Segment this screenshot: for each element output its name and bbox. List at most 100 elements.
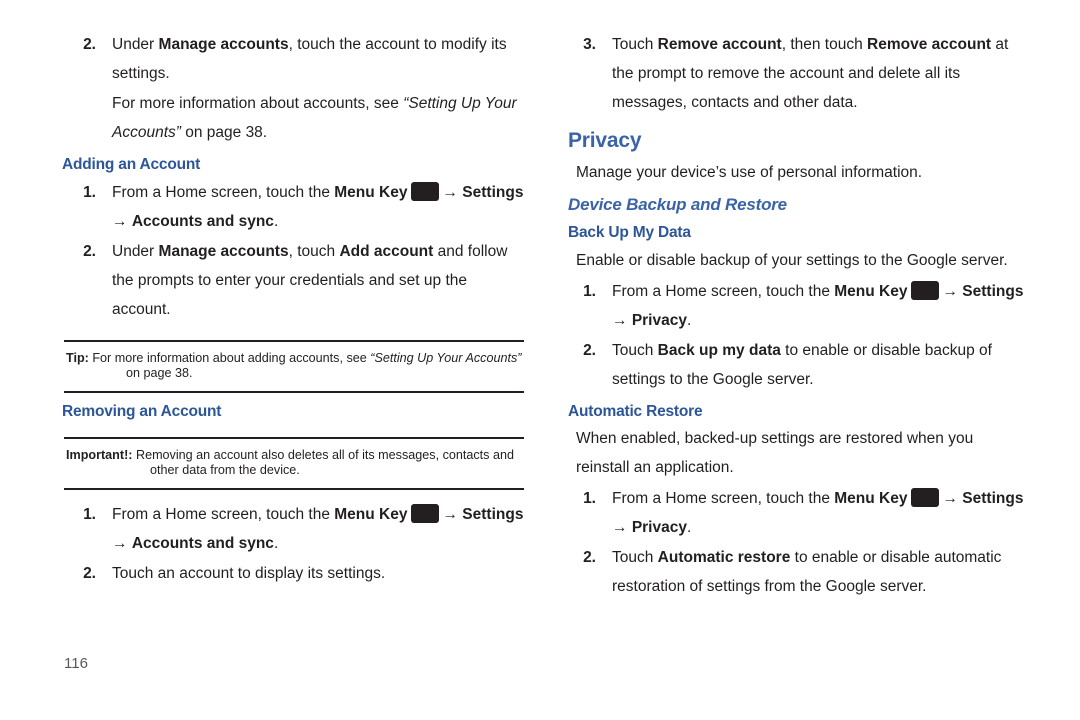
menu-key-icon xyxy=(911,280,940,300)
list-item-text: From a Home screen, touch the Menu Key → … xyxy=(112,178,524,236)
text-fragment: From a Home screen, touch the xyxy=(112,183,335,201)
list-item-text: From a Home screen, touch the Menu Key → … xyxy=(612,277,1024,335)
list-item-number: 2. xyxy=(83,242,96,260)
bold-term: Menu Key xyxy=(834,282,908,300)
text-fragment: . xyxy=(273,534,279,552)
bold-term: Menu Key xyxy=(334,505,408,523)
list-item-number: 3. xyxy=(583,36,596,53)
page-number: 116 xyxy=(64,655,88,672)
text-fragment: Touch xyxy=(612,341,658,359)
list-item: 1. From a Home screen, touch the Menu Ke… xyxy=(62,500,524,558)
arrow-icon: → xyxy=(942,490,958,508)
menu-key-icon xyxy=(411,503,440,523)
text-fragment: Under xyxy=(112,36,159,53)
manual-page: 2. Under Manage accounts, touch the acco… xyxy=(0,0,1080,720)
text-fragment: Removing an account also deletes all of … xyxy=(132,447,514,478)
list-item-number: 1. xyxy=(583,490,596,508)
arrow-icon: → xyxy=(112,534,128,552)
bold-term: Privacy xyxy=(631,311,687,329)
bold-term: Manage accounts xyxy=(158,242,289,260)
arrow-icon: → xyxy=(612,519,628,537)
list-item-text: Touch an account to display its settings… xyxy=(112,564,386,582)
important-callout-box: Important!: Removing an account also del… xyxy=(64,436,524,490)
bold-term: Remove account xyxy=(657,36,782,53)
ordered-list-back-up-my-data: 1. From a Home screen, touch the Menu Ke… xyxy=(562,277,1024,394)
text-fragment: on page 38. xyxy=(180,124,268,141)
arrow-icon: → xyxy=(612,311,628,329)
list-item: 1. From a Home screen, touch the Menu Ke… xyxy=(562,277,1024,335)
heading-back-up-my-data: Back Up My Data xyxy=(568,223,691,241)
important-label: Important!: xyxy=(66,447,133,462)
heading-automatic-restore: Automatic Restore xyxy=(568,402,703,420)
list-item: 2. Touch Back up my data to enable or di… xyxy=(562,336,1024,394)
bold-term: Privacy xyxy=(631,519,687,537)
bold-term: Accounts and sync xyxy=(131,534,274,552)
text-fragment: Touch xyxy=(612,36,658,53)
list-item-number: 1. xyxy=(83,183,96,201)
list-item: 2. Touch Automatic restore to enable or … xyxy=(562,543,1024,601)
left-column: 2. Under Manage accounts, touch the acco… xyxy=(62,30,524,589)
list-item: 2. Under Manage accounts, touch Add acco… xyxy=(62,237,524,324)
bold-term: Menu Key xyxy=(834,490,908,508)
menu-key-icon xyxy=(911,488,940,508)
text-fragment: From a Home screen, touch the xyxy=(112,505,335,523)
list-item: 1. From a Home screen, touch the Menu Ke… xyxy=(562,484,1024,542)
list-item-number: 2. xyxy=(583,341,596,359)
bold-term: Settings xyxy=(462,183,524,201)
list-item-number: 2. xyxy=(583,549,596,567)
privacy-intro-paragraph: Manage your device’s use of personal inf… xyxy=(576,164,923,182)
list-item-text: From a Home screen, touch the Menu Key → … xyxy=(612,484,1024,542)
list-item-text: Under Manage accounts, touch the account… xyxy=(112,30,524,88)
tip-text: Tip: For more information about adding a… xyxy=(66,351,522,382)
ordered-list-removing-account: 1. From a Home screen, touch the Menu Ke… xyxy=(62,500,524,588)
back-up-intro-paragraph: Enable or disable backup of your setting… xyxy=(576,251,1008,269)
bold-term: Remove account xyxy=(867,36,992,53)
automatic-restore-intro-paragraph: When enabled, backed-up settings are res… xyxy=(576,430,974,477)
bold-term: Accounts and sync xyxy=(131,212,274,230)
bold-term: Manage accounts xyxy=(158,36,289,53)
text-fragment: For more information about accounts, see xyxy=(112,95,404,112)
arrow-icon: → xyxy=(942,282,958,300)
text-fragment: From a Home screen, touch the xyxy=(612,282,835,300)
bold-term: Back up my data xyxy=(657,341,781,359)
ordered-list-adding-account: 1. From a Home screen, touch the Menu Ke… xyxy=(62,178,524,324)
list-item-number: 2. xyxy=(83,564,96,582)
bold-term: Settings xyxy=(962,282,1024,300)
list-item-text: Touch Remove account, then touch Remove … xyxy=(612,30,1024,117)
list-item: 2. Touch an account to display its setti… xyxy=(62,559,524,588)
list-item-number: 2. xyxy=(83,36,96,53)
text-fragment: . xyxy=(273,212,279,230)
arrow-icon: → xyxy=(442,505,458,523)
list-item: 1. From a Home screen, touch the Menu Ke… xyxy=(62,178,524,236)
text-fragment: . xyxy=(686,519,692,537)
bold-term: Settings xyxy=(962,490,1024,508)
cross-reference-paragraph: For more information about accounts, see… xyxy=(112,89,524,147)
list-item-text: Under Manage accounts, touch Add account… xyxy=(112,237,524,324)
text-fragment: For more information about adding accoun… xyxy=(88,350,371,365)
text-fragment: , then touch xyxy=(781,36,868,53)
text-fragment: Touch xyxy=(612,549,658,567)
bold-term: Automatic restore xyxy=(657,549,791,567)
list-item: 2. Under Manage accounts, touch the acco… xyxy=(62,30,524,88)
bold-term: Settings xyxy=(462,505,524,523)
ordered-list-modify-account: 2. Under Manage accounts, touch the acco… xyxy=(62,30,524,88)
text-fragment: . xyxy=(686,311,692,329)
text-fragment: Under xyxy=(112,242,159,260)
ordered-list-automatic-restore: 1. From a Home screen, touch the Menu Ke… xyxy=(562,484,1024,601)
right-column: 3. Touch Remove account, then touch Remo… xyxy=(562,30,1024,602)
text-fragment: on page 38. xyxy=(126,366,193,381)
list-item-text: Touch Automatic restore to enable or dis… xyxy=(612,543,1024,601)
text-fragment: , touch xyxy=(288,242,340,260)
tip-label: Tip: xyxy=(66,350,89,365)
bold-term: Add account xyxy=(339,242,434,260)
menu-key-icon xyxy=(411,181,440,201)
heading-removing-an-account: Removing an Account xyxy=(62,402,222,420)
list-item-number: 1. xyxy=(83,505,96,523)
arrow-icon: → xyxy=(112,212,128,230)
list-item-text: From a Home screen, touch the Menu Key → … xyxy=(112,500,524,558)
cross-reference-link[interactable]: “Setting Up Your Accounts” xyxy=(370,351,521,365)
list-item-text: Touch Back up my data to enable or disab… xyxy=(612,336,1024,394)
important-text: Important!: Removing an account also del… xyxy=(66,448,522,479)
tip-callout-box: Tip: For more information about adding a… xyxy=(64,339,524,393)
arrow-icon: → xyxy=(442,183,458,201)
